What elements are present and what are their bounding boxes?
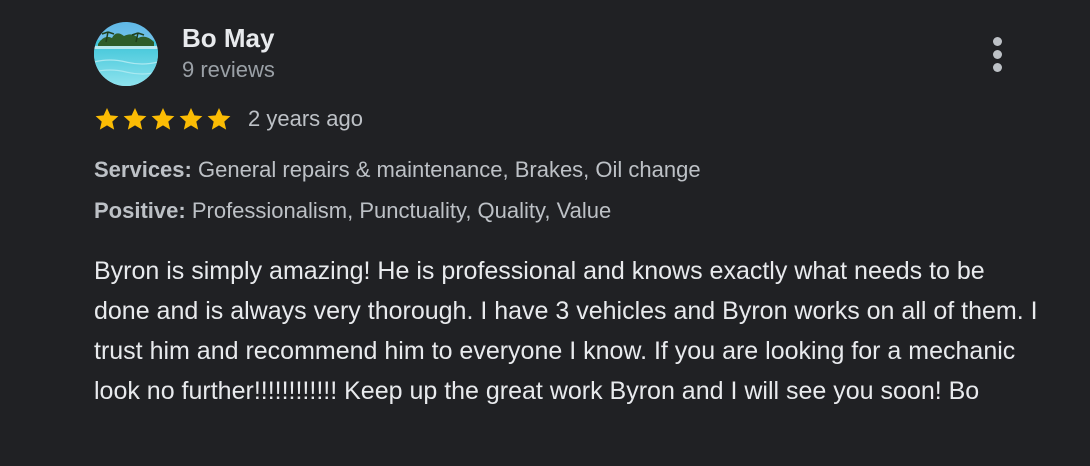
services-value: General repairs & maintenance, Brakes, O… <box>197 157 701 182</box>
services-label: Services: <box>94 157 192 182</box>
star-icon <box>206 106 232 132</box>
star-icon <box>178 106 204 132</box>
more-options-button[interactable] <box>980 34 1016 74</box>
positive-label: Positive: <box>94 198 186 223</box>
review-card: Bo May 9 reviews 2 years ago Services: G… <box>0 0 1090 466</box>
positive-line: Positive: Professionalism, Punctuality, … <box>94 196 611 226</box>
review-date: 2 years ago <box>248 106 363 131</box>
more-vertical-icon <box>993 63 1002 72</box>
star-icon <box>94 106 120 132</box>
author-avatar[interactable] <box>94 22 158 86</box>
rating-row: 2 years ago <box>94 103 363 135</box>
positive-value: Professionalism, Punctuality, Quality, V… <box>191 198 612 223</box>
more-vertical-icon <box>993 37 1002 46</box>
star-icon <box>150 106 176 132</box>
star-icon <box>122 106 148 132</box>
review-body: Byron is simply amazing! He is professio… <box>94 257 1038 405</box>
author-name[interactable]: Bo May <box>182 21 274 55</box>
author-review-count: 9 reviews <box>182 57 275 82</box>
beach-island-avatar-icon <box>94 22 158 86</box>
services-line: Services: General repairs & maintenance,… <box>94 155 701 185</box>
more-vertical-icon <box>993 50 1002 59</box>
star-rating <box>94 106 232 132</box>
